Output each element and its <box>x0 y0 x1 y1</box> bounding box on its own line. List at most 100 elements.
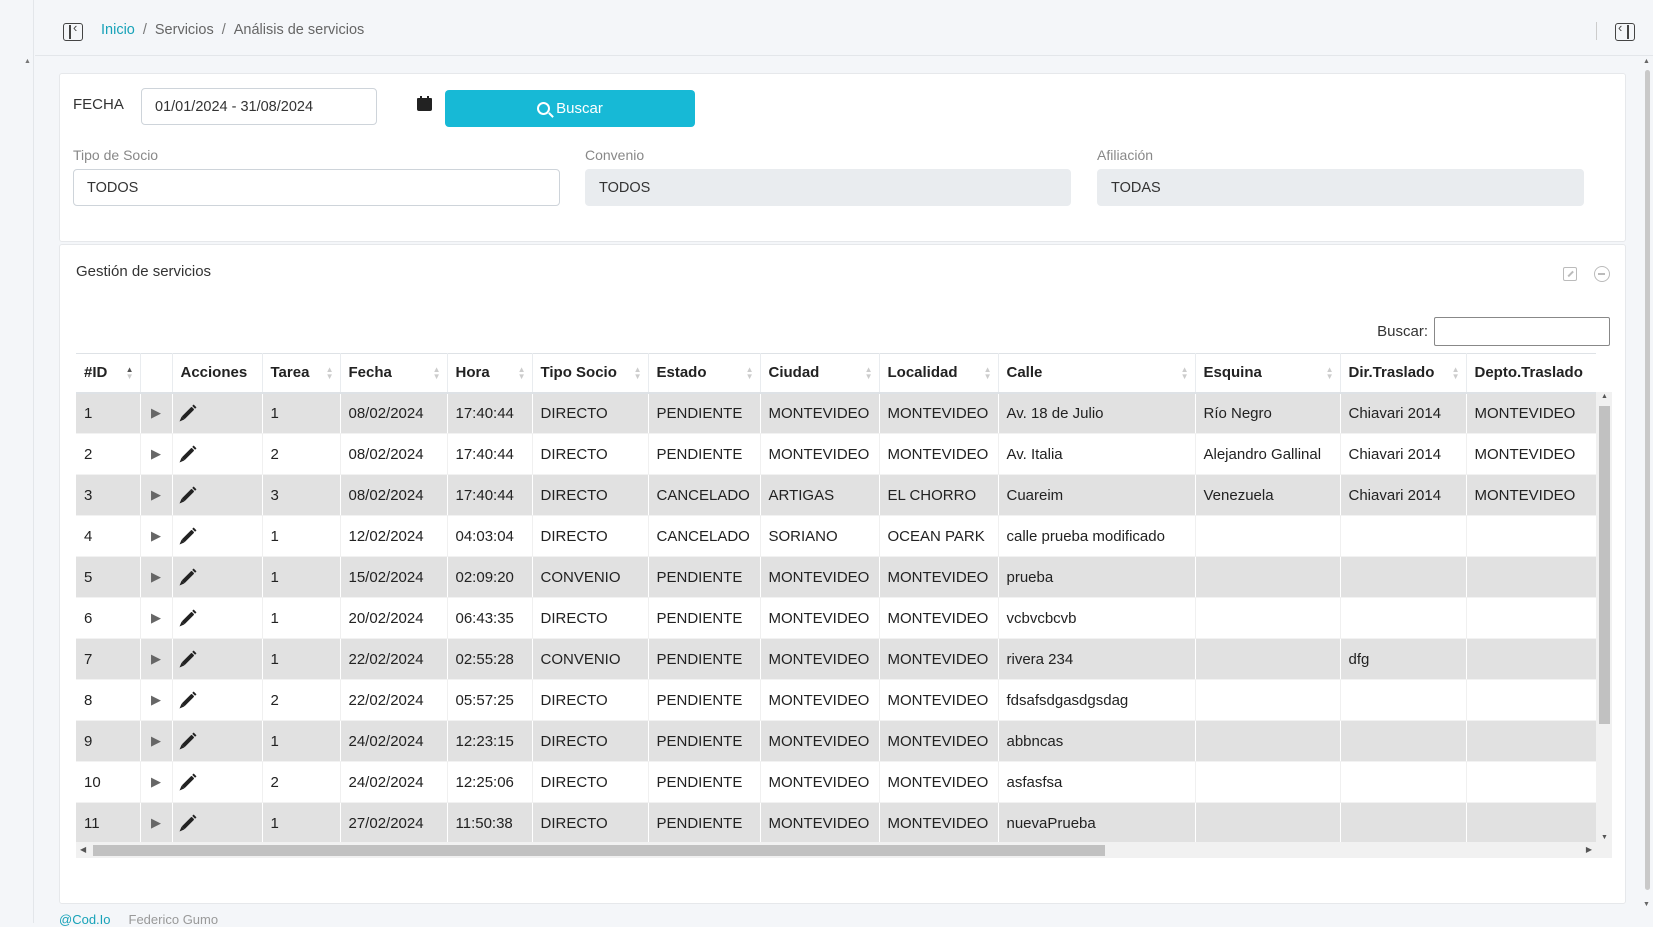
pencil-icon[interactable] <box>181 406 194 420</box>
table-cell: DIRECTO <box>532 515 649 557</box>
scroll-down-icon[interactable]: ▼ <box>1601 834 1608 841</box>
column-header-label: Hora <box>455 364 490 382</box>
control-sidebar-toggle-icon[interactable] <box>1615 20 1635 41</box>
convenio-label: Convenio <box>585 147 645 163</box>
column-header-11[interactable]: Esquina ▲ ▼ <box>1195 353 1341 394</box>
pencil-icon[interactable] <box>181 775 194 788</box>
table-cell <box>1466 556 1596 598</box>
column-header-13[interactable]: Depto.Traslado▲▼ <box>1466 353 1596 394</box>
column-header-2[interactable]: Acciones <box>172 353 263 394</box>
convenio-select[interactable]: TODOS <box>585 169 1071 206</box>
date-range-input[interactable]: 01/01/2024 - 31/08/2024 <box>141 88 377 125</box>
footer-brand[interactable]: @Cod.Io <box>59 912 111 927</box>
sort-icon[interactable]: ▲ ▼ <box>1181 366 1189 381</box>
play-icon[interactable]: ▶ <box>140 597 173 639</box>
sidebar-toggle-icon[interactable] <box>63 20 83 41</box>
calendar-icon[interactable] <box>417 96 432 111</box>
sort-icon[interactable]: ▲ ▼ <box>126 366 134 381</box>
scroll-right-icon[interactable]: ▶ <box>1586 845 1592 854</box>
table-row[interactable]: 7 ▶ 1 22/02/2024 02:55:28 CONVENIO PENDIENTE MO… <box>76 638 1596 680</box>
column-header-5[interactable]: Hora ▲ ▼ <box>447 353 533 394</box>
column-header-3[interactable]: Tarea ▲ ▼ <box>262 353 341 394</box>
scroll-left-icon[interactable]: ◀ <box>80 845 86 854</box>
sort-icon[interactable]: ▲ ▼ <box>865 366 873 381</box>
page-scrollbar[interactable]: ▲ ▼ <box>1642 58 1653 908</box>
play-icon[interactable]: ▶ <box>140 761 173 803</box>
column-header-1[interactable] <box>140 353 173 394</box>
pencil-icon[interactable] <box>181 734 194 747</box>
expand-icon[interactable] <box>1563 267 1577 281</box>
table-cell: DIRECTO <box>532 433 649 475</box>
column-header-8[interactable]: Ciudad ▲ ▼ <box>760 353 880 394</box>
column-header-label: Estado <box>656 364 707 382</box>
table-row[interactable]: 1 ▶ 1 08/02/2024 17:40:44 DIRECTO PENDIENTE MON… <box>76 392 1596 434</box>
table-vertical-scrollbar[interactable]: ▲ ▼ <box>1596 392 1612 842</box>
search-button[interactable]: Buscar <box>445 90 695 127</box>
scroll-up-icon[interactable]: ▲ <box>1643 58 1650 65</box>
play-icon[interactable]: ▶ <box>140 679 173 721</box>
pencil-icon[interactable] <box>181 693 194 706</box>
scroll-up-icon[interactable]: ▲ <box>1601 393 1608 400</box>
play-icon[interactable]: ▶ <box>140 392 173 434</box>
table-row[interactable]: 2 ▶ 2 08/02/2024 17:40:44 DIRECTO PENDIENTE MON… <box>76 433 1596 475</box>
scrollbar-thumb[interactable] <box>1599 406 1610 724</box>
sort-icon[interactable]: ▲ ▼ <box>746 366 754 381</box>
column-header-12[interactable]: Dir.Traslado ▲ ▼ <box>1340 353 1467 394</box>
sort-icon[interactable]: ▲ ▼ <box>634 366 642 381</box>
table-row[interactable]: 11 ▶ 1 27/02/2024 11:50:38 DIRECTO PENDIENTE MO… <box>76 802 1596 842</box>
sort-icon[interactable]: ▲ ▼ <box>518 366 526 381</box>
afiliacion-select[interactable]: TODAS <box>1097 169 1584 206</box>
pencil-icon[interactable] <box>181 570 194 583</box>
table-row[interactable]: 9 ▶ 1 24/02/2024 12:23:15 DIRECTO PENDIENTE MON… <box>76 720 1596 762</box>
scroll-down-icon[interactable]: ▼ <box>1643 901 1650 908</box>
column-header-6[interactable]: Tipo Socio ▲ ▼ <box>532 353 649 394</box>
table-cell: 1 <box>262 515 341 557</box>
sort-icon[interactable]: ▲ ▼ <box>433 366 441 381</box>
table-horizontal-scrollbar[interactable]: ◀ ▶ <box>76 842 1612 858</box>
sort-icon[interactable]: ▲ ▼ <box>1326 366 1334 381</box>
pencil-icon[interactable] <box>181 652 194 665</box>
play-icon[interactable]: ▶ <box>140 638 173 680</box>
table-cell: CONVENIO <box>532 556 649 598</box>
table-row[interactable]: 10 ▶ 2 24/02/2024 12:25:06 DIRECTO PENDIENTE MO… <box>76 761 1596 803</box>
play-icon[interactable]: ▶ <box>140 433 173 475</box>
table-row[interactable]: 5 ▶ 1 15/02/2024 02:09:20 CONVENIO PENDIENTE MO… <box>76 556 1596 598</box>
tipo-socio-select[interactable]: TODOS <box>73 169 560 206</box>
column-header-7[interactable]: Estado ▲ ▼ <box>648 353 761 394</box>
minus-circle-icon[interactable] <box>1594 266 1610 282</box>
play-icon[interactable]: ▶ <box>140 515 173 557</box>
table-search-input[interactable] <box>1434 317 1610 346</box>
sort-icon[interactable]: ▲ ▼ <box>1452 366 1460 381</box>
scrollbar-thumb[interactable] <box>1645 70 1650 890</box>
scroll-up-icon[interactable]: ▲ <box>24 58 31 65</box>
table-cell: DIRECTO <box>532 802 649 842</box>
pencil-icon[interactable] <box>181 447 194 460</box>
sort-icon[interactable]: ▲ ▼ <box>984 366 992 381</box>
table-cell: 2 <box>262 433 341 475</box>
table-cell: CANCELADO <box>648 515 761 557</box>
table-row[interactable]: 6 ▶ 1 20/02/2024 06:43:35 DIRECTO PENDIENTE MON… <box>76 597 1596 639</box>
table-row[interactable]: 4 ▶ 1 12/02/2024 04:03:04 DIRECTO CANCELADO SOR… <box>76 515 1596 557</box>
column-header-4[interactable]: Fecha ▲ ▼ <box>340 353 448 394</box>
table-row[interactable]: 8 ▶ 2 22/02/2024 05:57:25 DIRECTO PENDIENTE MON… <box>76 679 1596 721</box>
column-header-9[interactable]: Localidad ▲ ▼ <box>879 353 999 394</box>
actions-cell <box>172 556 263 598</box>
breadcrumb-section[interactable]: Servicios <box>155 22 214 38</box>
scrollbar-thumb[interactable] <box>93 845 1105 856</box>
table-cell: PENDIENTE <box>648 597 761 639</box>
pencil-icon[interactable] <box>181 529 194 542</box>
play-icon[interactable]: ▶ <box>140 474 173 516</box>
column-header-10[interactable]: Calle ▲ ▼ <box>998 353 1196 394</box>
breadcrumb-home[interactable]: Inicio <box>101 22 135 38</box>
actions-cell <box>172 679 263 721</box>
play-icon[interactable]: ▶ <box>140 720 173 762</box>
table-cell: 24/02/2024 <box>340 720 448 762</box>
table-row[interactable]: 3 ▶ 3 08/02/2024 17:40:44 DIRECTO CANCELADO ART… <box>76 474 1596 516</box>
column-header-0[interactable]: #ID ▲ ▼ <box>76 353 141 394</box>
sort-icon[interactable]: ▲ ▼ <box>326 366 334 381</box>
play-icon[interactable]: ▶ <box>140 556 173 598</box>
pencil-icon[interactable] <box>181 611 194 624</box>
play-icon[interactable]: ▶ <box>140 802 173 842</box>
pencil-icon[interactable] <box>181 816 194 829</box>
pencil-icon[interactable] <box>181 488 194 501</box>
